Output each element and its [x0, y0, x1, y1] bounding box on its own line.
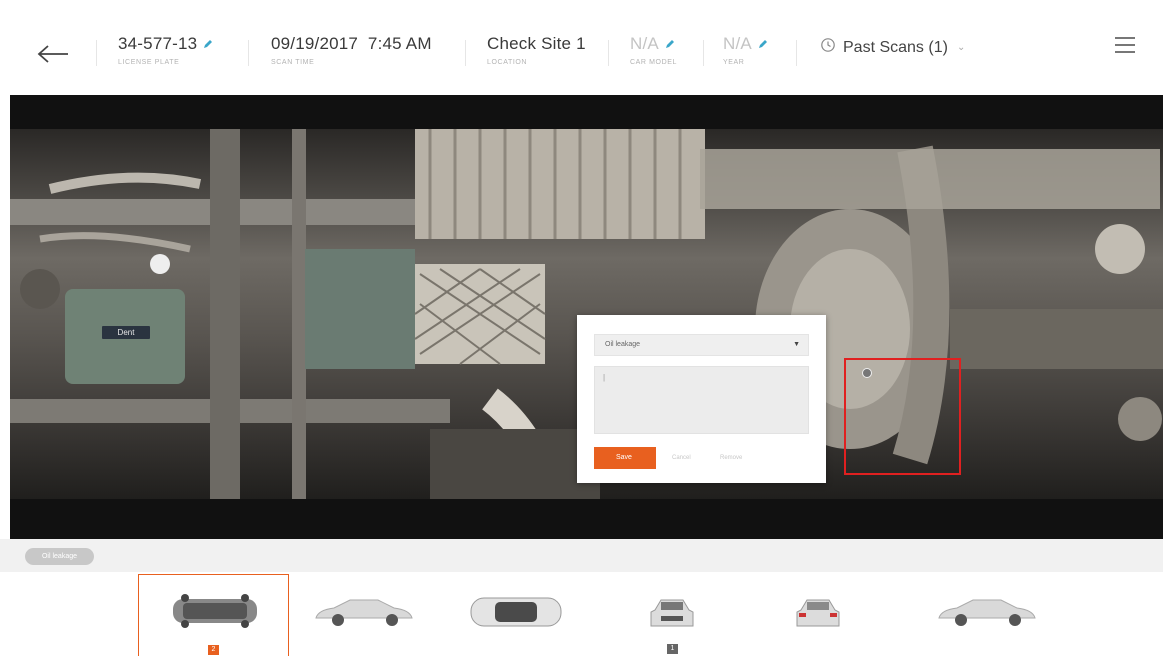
chevron-down-icon: ⌄ [956, 42, 966, 53]
license-plate-label: LICENSE PLATE [118, 59, 180, 66]
damage-marker-box[interactable] [844, 358, 961, 475]
scan-time-value: 09/19/2017 7:45 AM [271, 34, 432, 53]
car-side-icon [938, 599, 1036, 626]
divider [796, 40, 797, 66]
car-top-icon [470, 597, 562, 627]
caret-down-icon: ▼ [793, 341, 800, 348]
issue-type-value: Oil leakage [605, 341, 641, 348]
back-arrow-icon[interactable] [36, 40, 70, 68]
top-bar: 34-577-13 LICENSE PLATE 09/19/2017 7:45 … [0, 0, 1163, 95]
edit-pencil-icon[interactable] [758, 39, 768, 49]
edit-pencil-icon[interactable] [203, 39, 213, 49]
divider [465, 40, 466, 66]
divider [608, 40, 609, 66]
scan-time-field: 09/19/2017 7:45 AM SCAN TIME [271, 34, 432, 66]
year-field: N/A YEAR [723, 34, 768, 66]
location-field: Check Site 1 LOCATION [487, 34, 586, 66]
dent-tag[interactable]: Dent [102, 326, 150, 339]
divider [96, 40, 97, 66]
view-thumbnails: 2 1 [0, 572, 1163, 656]
location-label: LOCATION [487, 59, 528, 66]
note-text: | [603, 373, 606, 382]
car-model-field: N/A CAR MODEL [630, 34, 677, 66]
past-scans-label: Past Scans (1) [843, 38, 948, 56]
remove-button[interactable]: Remove [720, 455, 742, 461]
thumbnail-side-left[interactable] [300, 574, 430, 656]
history-clock-icon [820, 37, 836, 58]
scan-time-label: SCAN TIME [271, 59, 315, 66]
divider [703, 40, 704, 66]
marker-pin-icon[interactable] [862, 368, 872, 378]
thumbnail-top[interactable] [455, 574, 575, 656]
year-label: YEAR [723, 59, 745, 66]
thumbnail-rear[interactable] [775, 574, 870, 656]
license-plate-field: 34-577-13 LICENSE PLATE [118, 34, 213, 66]
car-side-icon [315, 599, 413, 626]
annotation-popup: Oil leakage ▼ | Save Cancel Remove [577, 315, 826, 483]
tag-chip[interactable]: Oil leakage [25, 548, 94, 565]
car-underbody-icon [173, 594, 257, 628]
year-value: N/A [723, 34, 752, 53]
license-plate-value: 34-577-13 [118, 34, 198, 53]
location-value: Check Site 1 [487, 34, 586, 53]
issue-type-select[interactable]: Oil leakage ▼ [594, 334, 809, 356]
edit-pencil-icon[interactable] [665, 39, 675, 49]
thumbnail-front[interactable]: 1 [625, 574, 720, 656]
divider [248, 40, 249, 66]
past-scans-dropdown[interactable]: Past Scans (1) ⌄ [820, 37, 965, 58]
note-textarea[interactable]: | [594, 366, 809, 434]
thumbnail-underbody[interactable]: 2 [138, 574, 289, 656]
car-model-label: CAR MODEL [630, 59, 678, 66]
cancel-button[interactable]: Cancel [672, 455, 691, 461]
tag-bar: Oil leakage [0, 539, 1163, 572]
car-model-value: N/A [630, 34, 659, 53]
hamburger-menu-icon[interactable] [1115, 37, 1135, 53]
issue-count-badge: 2 [208, 645, 219, 655]
car-front-icon [650, 599, 694, 627]
save-button[interactable]: Save [594, 447, 656, 469]
issue-count-badge: 1 [667, 644, 678, 654]
thumbnail-side-right[interactable] [925, 574, 1055, 656]
car-rear-icon [796, 599, 840, 627]
